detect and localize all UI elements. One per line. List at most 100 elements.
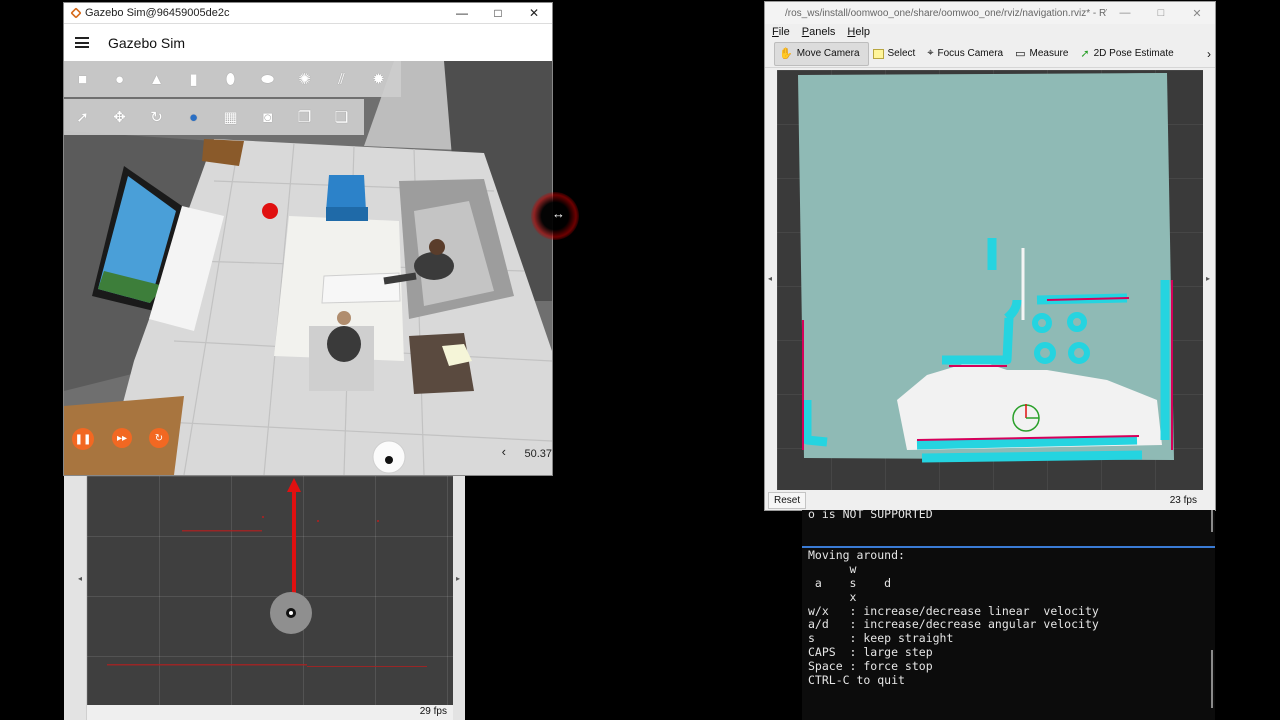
screenshot-icon[interactable]: ◙ bbox=[249, 109, 286, 126]
select-tool[interactable]: Select bbox=[869, 42, 924, 66]
select-icon bbox=[872, 48, 884, 59]
rviz-map-view[interactable] bbox=[777, 70, 1203, 490]
collapse-left-icon[interactable]: ◂ bbox=[78, 574, 82, 583]
robot-view-svg bbox=[107, 478, 427, 667]
move-camera-label: Move Camera bbox=[796, 48, 860, 59]
terminal-line: CTRL-C to quit bbox=[808, 672, 905, 687]
terminal-scrollbar-top[interactable] bbox=[1211, 510, 1213, 532]
gazebo-logo-icon bbox=[70, 7, 82, 19]
cone-icon[interactable]: ▲ bbox=[138, 71, 175, 88]
shape-toolbar: ■ ● ▲ ▮ ⬮ ⬬ ✺ ⫽ ✹ bbox=[64, 61, 401, 97]
box-icon[interactable]: ■ bbox=[64, 71, 101, 88]
gazebo-window-title: Gazebo Sim@96459005de2c bbox=[85, 7, 230, 19]
rviz-secondary-fps: 29 fps bbox=[419, 706, 447, 717]
laser-scan-points bbox=[107, 516, 427, 667]
terminal-output: o is NOT SUPPORTED Moving around: w a s … bbox=[808, 510, 1099, 687]
rviz-secondary-right-panel: ▸ bbox=[453, 474, 465, 720]
gazebo-3d-scene[interactable]: ■ ● ▲ ▮ ⬮ ⬬ ✺ ⫽ ✹ ➚ ✥ ↻ ● ▦ ◙ ❐ ❏ ❚❚ ▸▸ … bbox=[64, 61, 552, 475]
reset-button[interactable]: Reset bbox=[768, 492, 807, 509]
red-ball bbox=[262, 203, 278, 219]
rviz-menubar: File Panels Help bbox=[765, 24, 1215, 40]
sun-light-icon[interactable]: ✺ bbox=[286, 70, 323, 88]
rviz-window: /ros_ws/install/oomwoo_one/share/oomwoo_… bbox=[765, 2, 1215, 510]
cylinder-icon[interactable]: ▮ bbox=[175, 70, 212, 88]
minimize-button[interactable]: — bbox=[1107, 7, 1143, 20]
terminal-line: CAPS : large step bbox=[808, 644, 933, 659]
snap-icon[interactable]: ● bbox=[175, 109, 212, 126]
terminal-line: Space : force stop bbox=[808, 658, 933, 673]
terminal-line: o is NOT SUPPORTED bbox=[808, 510, 933, 521]
ruler-icon: ▭ bbox=[1015, 48, 1026, 60]
heading-arrowhead bbox=[287, 478, 301, 492]
focus-camera-icon: ⌖ bbox=[927, 47, 934, 59]
rviz-toolbar: ✋ Move Camera Select ⌖ Focus Camera ▭ Me… bbox=[765, 40, 1215, 68]
pose-estimate-tool[interactable]: ➚ 2D Pose Estimate bbox=[1076, 42, 1181, 66]
paste-icon[interactable]: ❏ bbox=[323, 108, 360, 126]
step-button[interactable]: ▸▸ bbox=[112, 428, 132, 448]
terminal-line: s : keep straight bbox=[808, 631, 954, 646]
measure-label: Measure bbox=[1029, 48, 1069, 59]
capsule-icon[interactable]: ⬮ bbox=[212, 71, 249, 88]
collapse-right-icon[interactable]: ▸ bbox=[1206, 274, 1210, 283]
pose-estimate-label: 2D Pose Estimate bbox=[1093, 48, 1174, 59]
terminal-line: a/d : increase/decrease angular velocity bbox=[808, 617, 1099, 632]
rviz-titlebar[interactable]: /ros_ws/install/oomwoo_one/share/oomwoo_… bbox=[765, 2, 1215, 24]
copy-icon[interactable]: ❐ bbox=[286, 108, 323, 126]
spot-light-icon[interactable]: ✹ bbox=[360, 70, 397, 88]
grid-icon[interactable]: ▦ bbox=[212, 108, 249, 126]
translate-icon[interactable]: ✥ bbox=[101, 108, 138, 126]
sphere-icon[interactable]: ● bbox=[101, 71, 138, 88]
terminal-pane-divider bbox=[802, 546, 1215, 548]
focus-camera-tool[interactable]: ⌖ Focus Camera bbox=[923, 42, 1011, 66]
move-camera-tool[interactable]: ✋ Move Camera bbox=[774, 41, 869, 66]
resize-cursor-icon: ↔ bbox=[552, 206, 565, 221]
minimize-button[interactable]: — bbox=[444, 6, 480, 20]
gazebo-window: Gazebo Sim@96459005de2c — □ ✕ Gazebo Sim bbox=[64, 3, 552, 475]
measure-tool[interactable]: ▭ Measure bbox=[1011, 42, 1076, 66]
terminal-line: x bbox=[808, 589, 857, 604]
rotate-icon[interactable]: ↻ bbox=[138, 108, 175, 126]
terminal-line: w/x : increase/decrease linear velocity bbox=[808, 603, 1099, 618]
transform-toolbar: ➚ ✥ ↻ ● ▦ ◙ ❐ ❏ bbox=[64, 99, 364, 135]
collapse-right-icon[interactable]: ▸ bbox=[456, 574, 460, 583]
occupancy-map bbox=[798, 73, 1174, 463]
menu-help[interactable]: Help bbox=[847, 26, 870, 38]
maximize-button[interactable]: □ bbox=[1143, 7, 1179, 20]
rviz-statusbar: Reset 23 fps bbox=[765, 491, 1215, 510]
gazebo-app-title: Gazebo Sim bbox=[108, 34, 186, 51]
move-camera-icon: ✋ bbox=[779, 48, 793, 60]
side-table bbox=[409, 333, 474, 394]
terminal-line: Moving around: bbox=[808, 548, 905, 563]
menu-file[interactable]: File bbox=[772, 26, 790, 38]
person-sitting bbox=[414, 252, 454, 280]
rviz-secondary-3d-view[interactable] bbox=[87, 476, 453, 705]
blue-chair bbox=[326, 175, 366, 211]
zoom-value: 50.37 bbox=[524, 448, 552, 460]
close-button[interactable]: ✕ bbox=[1179, 7, 1215, 20]
collapse-left-icon[interactable]: ◂ bbox=[768, 274, 772, 283]
teleop-terminal[interactable]: o is NOT SUPPORTED Moving around: w a s … bbox=[802, 510, 1215, 720]
maximize-button[interactable]: □ bbox=[480, 6, 516, 20]
terminal-line: a s d bbox=[808, 575, 892, 590]
close-button[interactable]: ✕ bbox=[516, 6, 552, 20]
terminal-line: w bbox=[808, 562, 857, 577]
collapse-stats-icon[interactable]: ‹ bbox=[502, 444, 506, 459]
rviz-secondary-left-panel: ◂ bbox=[64, 474, 87, 720]
gazebo-appbar: Gazebo Sim bbox=[64, 24, 552, 61]
terminal-scrollbar[interactable] bbox=[1211, 650, 1213, 708]
rviz-secondary-window: ◂ ▸ 29 fps bbox=[64, 474, 465, 720]
toolbar-overflow-icon[interactable]: › bbox=[1207, 47, 1211, 61]
select-icon[interactable]: ➚ bbox=[64, 108, 101, 126]
focus-camera-label: Focus Camera bbox=[937, 48, 1004, 59]
rviz-window-title: /ros_ws/install/oomwoo_one/share/oomwoo_… bbox=[785, 7, 1107, 19]
directional-light-icon[interactable]: ⫽ bbox=[323, 71, 360, 88]
hamburger-menu-icon[interactable] bbox=[75, 37, 89, 48]
pause-button[interactable]: ❚❚ bbox=[72, 428, 94, 450]
pose-arrow-icon: ➚ bbox=[1080, 48, 1090, 60]
ellipsoid-icon[interactable]: ⬬ bbox=[249, 71, 286, 88]
select-label: Select bbox=[887, 48, 916, 59]
gazebo-titlebar[interactable]: Gazebo Sim@96459005de2c — □ ✕ bbox=[64, 3, 552, 24]
menu-panels[interactable]: Panels bbox=[802, 26, 836, 38]
reset-simulation-button[interactable]: ↻ bbox=[149, 428, 169, 448]
